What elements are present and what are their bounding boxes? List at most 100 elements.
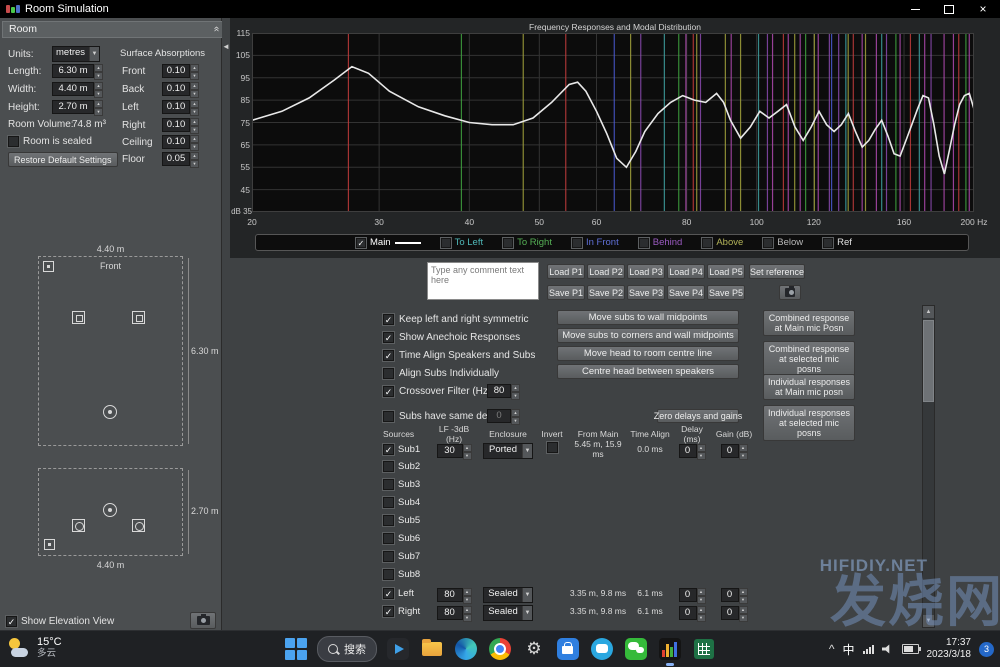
subwoofer-marker[interactable]	[43, 261, 54, 272]
spinner[interactable]: 0▲▼	[721, 588, 748, 602]
checkbox[interactable]: ✓	[356, 238, 366, 248]
right-speaker-marker[interactable]	[132, 311, 145, 324]
comment-input[interactable]: Type any comment text here	[427, 262, 539, 300]
checkbox[interactable]	[639, 238, 649, 248]
save-p3-button[interactable]: Save P3	[627, 285, 665, 300]
checkbox[interactable]: ✓	[383, 606, 394, 617]
checkbox[interactable]	[383, 368, 394, 379]
dropdown[interactable]: Sealed▼	[483, 605, 533, 621]
load-p5-button[interactable]: Load P5	[707, 264, 745, 279]
legend-item-below[interactable]: Below	[763, 237, 803, 248]
dropdown[interactable]: Ported▼	[483, 443, 533, 459]
listener-marker-elevation[interactable]	[103, 503, 117, 517]
file-explorer-icon[interactable]	[419, 636, 445, 662]
right-speaker-elevation[interactable]	[132, 519, 145, 532]
spinner[interactable]: 0▲▼	[721, 444, 748, 458]
load-p2-button[interactable]: Load P2	[587, 264, 625, 279]
spreadsheet-icon[interactable]	[691, 636, 717, 662]
rew-icon[interactable]	[657, 636, 683, 662]
option-time-align-speakers-and-subs[interactable]: ✓Time Align Speakers and Subs	[383, 348, 535, 362]
checkbox[interactable]: ✓	[383, 386, 394, 397]
store-icon[interactable]	[555, 636, 581, 662]
checkbox[interactable]	[572, 238, 582, 248]
save-p1-button[interactable]: Save P1	[547, 285, 585, 300]
checkbox[interactable]	[383, 479, 394, 490]
legend-item-in-front[interactable]: In Front	[572, 237, 619, 248]
load-p1-button[interactable]: Load P1	[547, 264, 585, 279]
checkbox[interactable]: ✓	[383, 588, 394, 599]
move-subs-to-wall-midpoints-button[interactable]: Move subs to wall midpoints	[557, 310, 739, 325]
frequency-response-chart[interactable]	[252, 33, 974, 212]
checkbox[interactable]	[383, 515, 394, 526]
checkbox[interactable]	[383, 411, 394, 422]
checkbox[interactable]	[383, 569, 394, 580]
spinner[interactable]: 0▲▼	[679, 606, 706, 620]
set-reference-button[interactable]: Set reference	[749, 264, 805, 279]
left-speaker-elevation[interactable]	[72, 519, 85, 532]
wechat-icon[interactable]	[623, 636, 649, 662]
legend-item-behind[interactable]: Behind	[639, 237, 683, 248]
option-show-anechoic-responses[interactable]: ✓Show Anechoic Responses	[383, 330, 520, 344]
restore-button[interactable]	[932, 0, 966, 18]
checkbox[interactable]	[383, 461, 394, 472]
spinner[interactable]: 80▲▼	[487, 384, 520, 398]
elevation-view[interactable]	[38, 468, 183, 556]
clock[interactable]: 17:37 2023/3/18	[927, 637, 972, 661]
weather-widget[interactable]: 15°C 多云	[6, 635, 62, 661]
checkbox[interactable]: ✓	[383, 314, 394, 325]
legend-item-above[interactable]: Above	[702, 237, 743, 248]
settings-icon[interactable]: ⚙	[521, 636, 547, 662]
checkbox[interactable]: ✓	[383, 332, 394, 343]
load-p3-button[interactable]: Load P3	[627, 264, 665, 279]
spinner[interactable]: 30▲▼	[437, 444, 472, 458]
option-crossover-filter-hz[interactable]: ✓Crossover Filter (Hz)80▲▼	[383, 384, 491, 398]
centre-head-between-speakers-button[interactable]: Centre head between speakers	[557, 364, 739, 379]
checkbox[interactable]	[383, 533, 394, 544]
move-head-to-room-centre-line-button[interactable]: Move head to room centre line	[557, 346, 739, 361]
checkbox[interactable]	[702, 238, 712, 248]
ime-indicator[interactable]: 中	[842, 641, 854, 658]
individual-responses-at-main-mic-posn-button[interactable]: Individual responses at Main mic posn	[763, 374, 855, 400]
combined-response-at-selected-mic-posns-button[interactable]: Combined response at selected mic posns	[763, 341, 855, 377]
save-p4-button[interactable]: Save P4	[667, 285, 705, 300]
minimize-button[interactable]	[898, 0, 932, 18]
spinner[interactable]: 0▲▼	[679, 444, 706, 458]
edge-icon[interactable]	[453, 636, 479, 662]
spinner[interactable]: 80▲▼	[437, 606, 472, 620]
option-keep-left-and-right-symmetric[interactable]: ✓Keep left and right symmetric	[383, 312, 529, 326]
capture-chart-button[interactable]	[779, 285, 801, 300]
spinner[interactable]: 80▲▼	[437, 588, 472, 602]
checkbox[interactable]	[383, 551, 394, 562]
notification-badge[interactable]: 3	[979, 642, 994, 657]
video-app-icon[interactable]	[385, 636, 411, 662]
move-subs-to-corners-and-wall-midpoints-button[interactable]: Move subs to corners and wall midpoints	[557, 328, 739, 343]
individual-responses-at-selected-mic-posns-button[interactable]: Individual responses at selected mic pos…	[763, 405, 855, 441]
zero-delays-gains-button[interactable]: Zero delays and gains	[657, 409, 739, 423]
start-button[interactable]	[283, 636, 309, 662]
save-p5-button[interactable]: Save P5	[707, 285, 745, 300]
checkbox[interactable]	[763, 238, 773, 248]
legend-item-to-right[interactable]: To Right	[503, 237, 552, 248]
capture-room-button[interactable]	[190, 612, 216, 629]
checkbox[interactable]: ✓	[383, 444, 394, 455]
option-align-subs-individually[interactable]: Align Subs Individually	[383, 366, 499, 380]
scroll-up-icon[interactable]: ▲	[923, 306, 934, 318]
combined-response-at-main-mic-posn-button[interactable]: Combined response at Main mic Posn	[763, 310, 855, 336]
scrollbar-thumb[interactable]	[923, 320, 934, 402]
search-box[interactable]: 搜索	[317, 636, 377, 662]
left-speaker-marker[interactable]	[72, 311, 85, 324]
checkbox[interactable]	[383, 497, 394, 508]
volume-icon[interactable]	[882, 644, 894, 654]
show-elevation-checkbox[interactable]: ✓	[6, 616, 17, 627]
listener-marker[interactable]	[103, 405, 117, 419]
scroll-down-icon[interactable]: ▼	[923, 615, 934, 627]
legend-item-to-left[interactable]: To Left	[441, 237, 484, 248]
close-button[interactable]: ×	[966, 0, 1000, 18]
checkbox[interactable]	[547, 442, 558, 453]
save-p2-button[interactable]: Save P2	[587, 285, 625, 300]
panel-divider[interactable]: ◄	[222, 18, 230, 630]
tray-expand-icon[interactable]: ^	[829, 642, 835, 656]
option-subs-have-same-delay[interactable]: Subs have same delay0▲▼	[383, 409, 500, 423]
panel-scrollbar[interactable]: ▲ ▼	[922, 305, 935, 628]
battery-icon[interactable]	[902, 644, 919, 654]
